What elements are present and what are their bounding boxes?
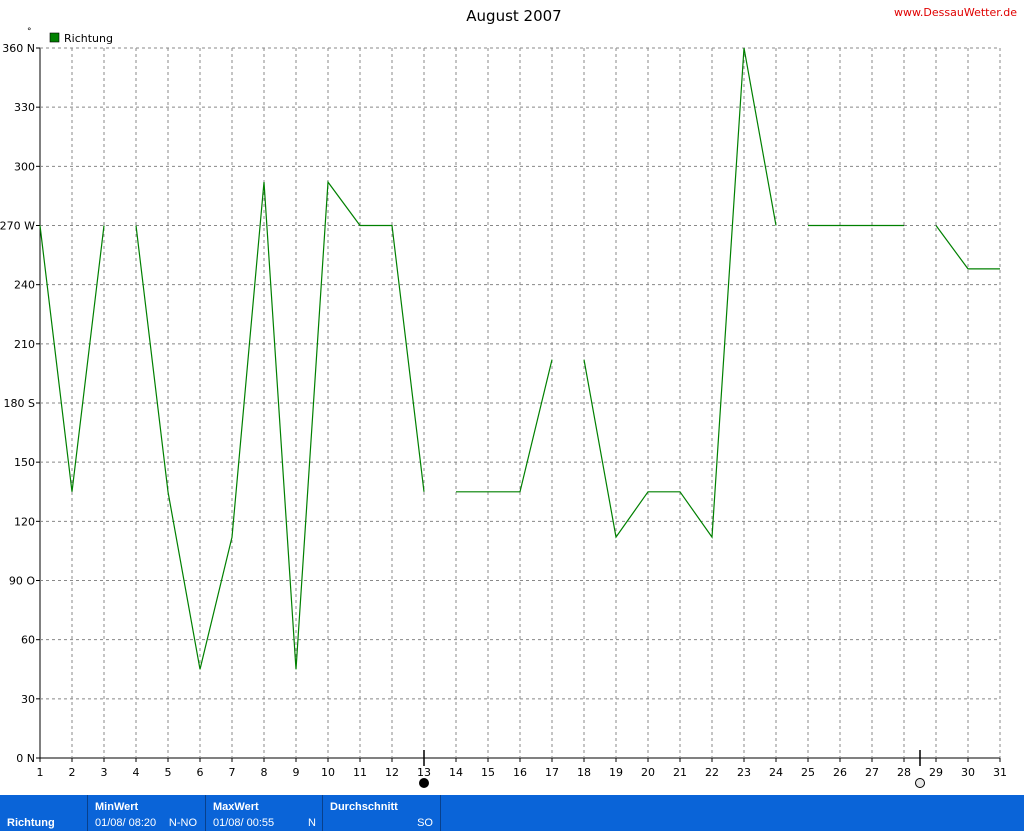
new-moon-icon (419, 778, 429, 788)
y-tick-label: 300 (14, 160, 35, 173)
min-date: 01/08/ 08:20 (95, 817, 157, 829)
stats-min-cell: MinWert 01/08/ 08:20 N-NO (88, 795, 206, 831)
x-tick-label: 27 (865, 766, 879, 779)
x-tick-label: 2 (69, 766, 76, 779)
y-unit-label: ° (27, 27, 32, 37)
moon-phases (419, 750, 925, 788)
x-axis: 1 2 3 4 5 6 7 8 9 10 11 12 13 14 15 16 17 18 19 20 21 22 23 24 2… (37, 758, 1007, 779)
chart-title: August 2007 (466, 7, 561, 25)
x-tick-label: 1 (37, 766, 44, 779)
x-tick-label: 18 (577, 766, 591, 779)
x-tick-label: 14 (449, 766, 463, 779)
x-tick-label: 26 (833, 766, 847, 779)
stats-series-cell: Richtung (0, 795, 88, 831)
wind-direction-chart: August 2007 www.DessauWetter.de ° Richtu… (0, 6, 1017, 788)
grid (39, 47, 1001, 759)
avg-header: Durchschnitt (330, 801, 398, 813)
x-tick-label: 28 (897, 766, 911, 779)
min-header: MinWert (95, 801, 139, 813)
x-tick-label: 8 (261, 766, 268, 779)
x-tick-label: 6 (197, 766, 204, 779)
y-tick-label: 90 O (9, 575, 35, 588)
stats-bar: Richtung MinWert 01/08/ 08:20 N-NO MaxWe… (0, 795, 1024, 831)
x-tick-label: 21 (673, 766, 687, 779)
x-tick-label: 17 (545, 766, 559, 779)
y-tick-label: 120 (14, 515, 35, 528)
y-tick-label: 150 (14, 456, 35, 469)
x-tick-label: 5 (165, 766, 172, 779)
stats-avg-cell: Durchschnitt SO (323, 795, 441, 831)
x-tick-label: 9 (293, 766, 300, 779)
legend-label: Richtung (64, 32, 113, 45)
y-tick-label: 270 W (0, 220, 35, 233)
max-header: MaxWert (213, 801, 259, 813)
x-tick-label: 3 (101, 766, 108, 779)
min-direction: N-NO (168, 817, 197, 829)
max-date: 01/08/ 00:55 (213, 817, 275, 829)
x-tick-label: 13 (417, 766, 431, 779)
x-tick-label: 23 (737, 766, 751, 779)
full-moon-icon (915, 778, 925, 788)
x-tick-label: 22 (705, 766, 719, 779)
y-tick-label: 210 (14, 338, 35, 351)
y-tick-label: 360 N (2, 42, 35, 55)
x-tick-label: 12 (385, 766, 399, 779)
x-tick-label: 19 (609, 766, 623, 779)
x-tick-label: 24 (769, 766, 783, 779)
x-tick-label: 20 (641, 766, 655, 779)
x-tick-label: 16 (513, 766, 527, 779)
y-tick-label: 60 (21, 634, 35, 647)
x-tick-label: 4 (133, 766, 140, 779)
series-line-segment (456, 359, 553, 493)
y-tick-label: 240 (14, 279, 35, 292)
x-tick-label: 31 (993, 766, 1007, 779)
x-tick-label: 11 (353, 766, 367, 779)
site-link[interactable]: www.DessauWetter.de (894, 6, 1017, 19)
legend-swatch (49, 32, 60, 43)
x-tick-label: 29 (929, 766, 943, 779)
x-tick-label: 25 (801, 766, 815, 779)
x-tick-label: 15 (481, 766, 495, 779)
stats-max-cell: MaxWert 01/08/ 00:55 N (206, 795, 323, 831)
x-tick-label: 10 (321, 766, 335, 779)
stats-series-label: Richtung (7, 817, 55, 829)
avg-direction: SO (417, 817, 433, 829)
y-tick-label: 30 (21, 693, 35, 706)
y-tick-label: 330 (14, 101, 35, 114)
max-direction: N (308, 817, 316, 829)
y-axis: 0 N 30 60 90 O 120 150 180 S 210 240 270 W 300 330 3… (0, 42, 40, 765)
y-tick-label: 180 S (4, 397, 35, 410)
x-tick-label: 7 (229, 766, 236, 779)
series-line-segment (135, 180, 425, 670)
y-tick-label: 0 N (16, 752, 35, 765)
x-tick-label: 30 (961, 766, 975, 779)
